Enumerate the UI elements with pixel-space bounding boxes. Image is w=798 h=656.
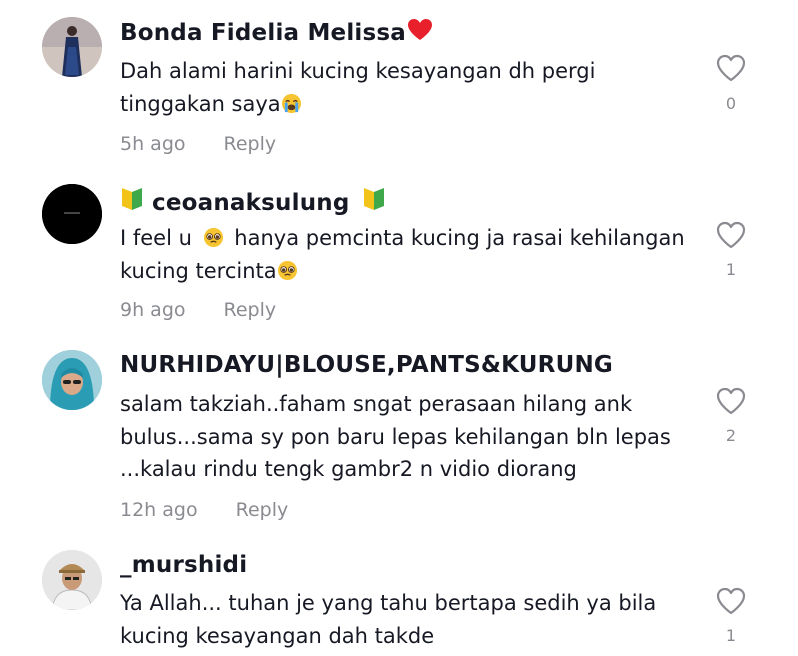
comment-item: ceoanaksulung I feel u hanya pemcinta ku… <box>0 170 798 340</box>
avatar[interactable] <box>42 17 102 77</box>
avatar-image <box>42 17 102 77</box>
pleading-face-icon <box>277 260 297 280</box>
like-count: 2 <box>725 426 737 445</box>
like-count: 1 <box>725 260 737 279</box>
heart-outline-icon[interactable] <box>716 221 746 249</box>
reply-button[interactable]: Reply <box>224 299 277 321</box>
avatar[interactable] <box>42 350 102 410</box>
comment-text: salam takziah..faham sngat perasaan hila… <box>120 392 671 481</box>
comment-item: _murshidi Ya Allah... tuhan je yang tahu… <box>0 540 798 656</box>
heart-outline-icon[interactable] <box>716 587 746 615</box>
username-text[interactable]: NURHIDAYU|BLOUSE,PANTS&KURUNG <box>120 352 613 378</box>
heart-outline-icon[interactable] <box>716 54 746 82</box>
avatar-image <box>42 350 102 410</box>
comment-text-part: I feel u <box>120 226 192 250</box>
username[interactable]: ceoanaksulung <box>120 186 386 216</box>
comment-text: I feel u hanya pemcinta kucing ja rasai … <box>120 222 690 287</box>
avatar[interactable] <box>42 550 102 610</box>
loudly-crying-face-icon <box>281 93 301 113</box>
red-heart-icon <box>408 19 433 40</box>
timestamp: 5h ago <box>120 133 186 155</box>
like-count: 1 <box>725 626 737 645</box>
avatar[interactable] <box>42 184 102 244</box>
username-text[interactable]: ceoanaksulung <box>152 190 350 216</box>
pleading-face-icon <box>203 227 223 248</box>
comment-text: Ya Allah... tuhan je yang tahu bertapa s… <box>120 591 657 648</box>
username-text[interactable]: _murshidi <box>120 552 247 578</box>
comment-item: NURHIDAYU|BLOUSE,PANTS&KURUNG salam takz… <box>0 340 798 540</box>
heart-outline-icon[interactable] <box>716 387 746 415</box>
reply-button[interactable]: Reply <box>236 499 289 521</box>
comment-meta: 9h ago Reply <box>120 299 276 321</box>
comment-item: Bonda Fidelia Melissa Dah alami harini k… <box>0 0 798 170</box>
timestamp: 9h ago <box>120 299 186 321</box>
beginner-badge-icon <box>122 188 142 210</box>
avatar-image <box>42 550 102 610</box>
timestamp: 12h ago <box>120 499 198 521</box>
avatar-image <box>42 184 102 244</box>
comment-meta: 12h ago Reply <box>120 499 288 521</box>
username-text[interactable]: Bonda Fidelia Melissa <box>120 20 406 46</box>
comment-text-body: Dah alami harini kucing kesayangan dh pe… <box>120 59 596 116</box>
reply-button[interactable]: Reply <box>224 133 277 155</box>
username[interactable]: Bonda Fidelia Melissa <box>120 18 433 46</box>
comment-meta: 5h ago Reply <box>120 133 276 155</box>
like-count: 0 <box>725 94 737 113</box>
comment-text: Dah alami harini kucing kesayangan dh pe… <box>120 55 690 120</box>
beginner-badge-icon <box>363 188 384 210</box>
